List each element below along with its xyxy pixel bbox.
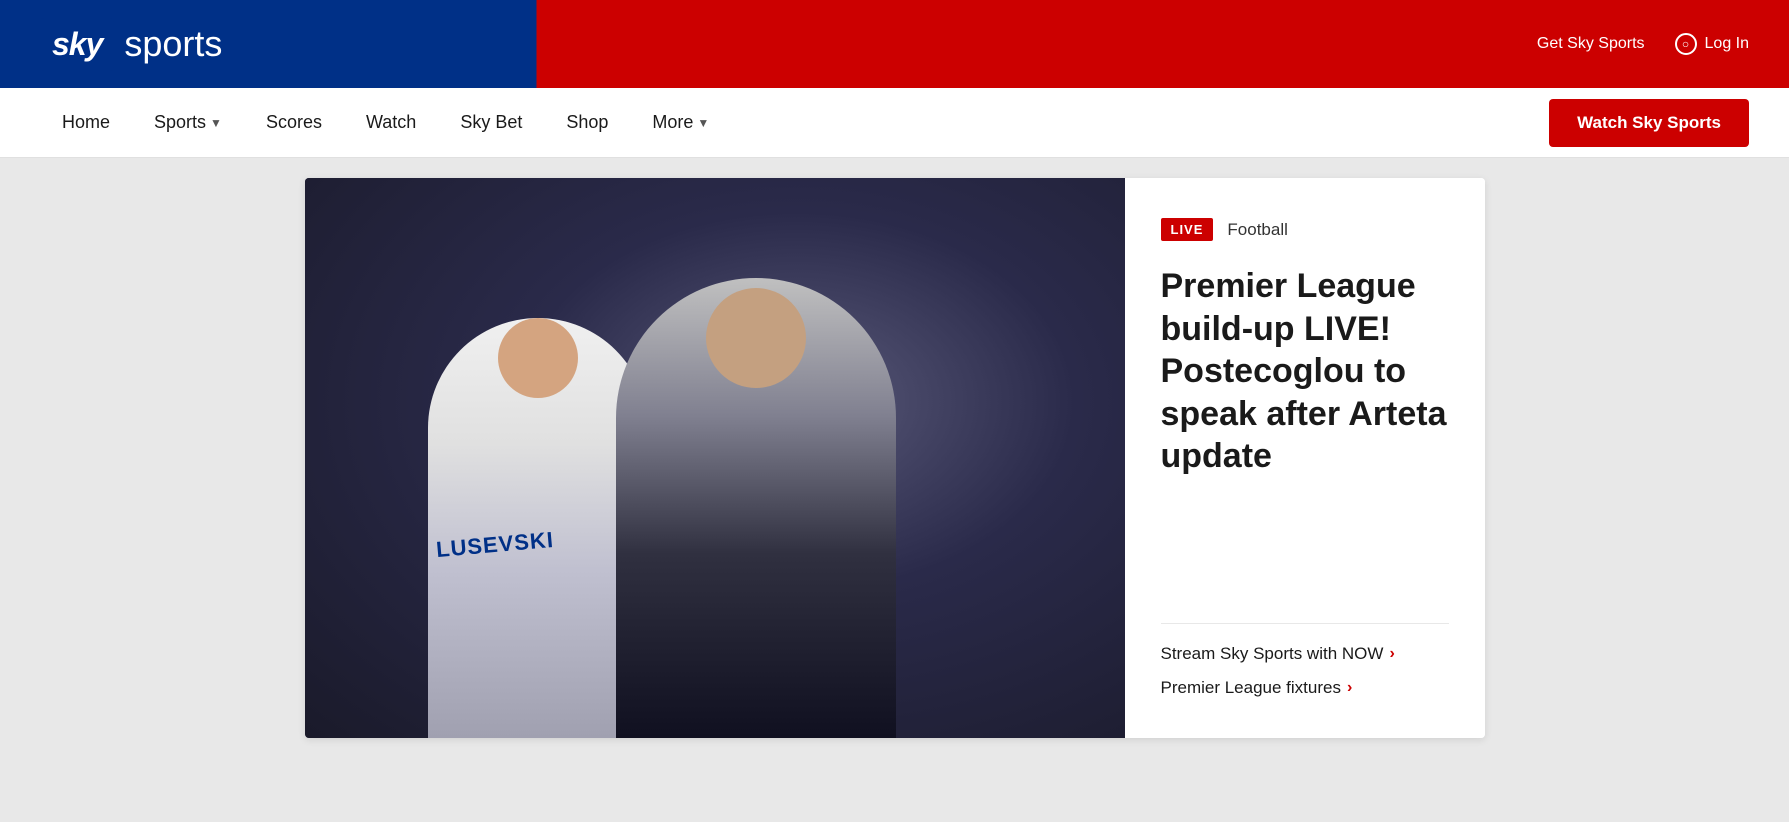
article-category: Football bbox=[1227, 220, 1287, 240]
person-icon: ○ bbox=[1675, 33, 1697, 55]
article-headline: Premier League build-up LIVE! Postecoglo… bbox=[1161, 265, 1449, 478]
nav-shop[interactable]: Shop bbox=[544, 88, 630, 157]
live-badge: LIVE bbox=[1161, 218, 1214, 241]
more-chevron-down-icon: ▼ bbox=[697, 116, 709, 130]
get-sky-sports-link[interactable]: Get Sky Sports bbox=[1537, 35, 1645, 53]
main-nav: Home Sports ▼ Scores Watch Sky Bet Shop … bbox=[0, 88, 1789, 158]
sports-logo-text: sports bbox=[124, 23, 222, 65]
article-sidebar: LIVE Football Premier League build-up LI… bbox=[1125, 178, 1485, 738]
login-label: Log In bbox=[1705, 35, 1749, 53]
nav-more[interactable]: More ▼ bbox=[630, 88, 731, 157]
article-meta: LIVE Football bbox=[1161, 218, 1449, 241]
nav-watch[interactable]: Watch bbox=[344, 88, 438, 157]
sidebar-links: Stream Sky Sports with NOW › Premier Lea… bbox=[1161, 623, 1449, 698]
nav-scores[interactable]: Scores bbox=[244, 88, 344, 157]
header-actions: Get Sky Sports ○ Log In bbox=[1537, 33, 1749, 55]
nav-home[interactable]: Home bbox=[40, 88, 132, 157]
login-button[interactable]: ○ Log In bbox=[1675, 33, 1749, 55]
hero-image: LUSEVSKI bbox=[305, 178, 1125, 738]
fixtures-link-label: Premier League fixtures bbox=[1161, 678, 1341, 698]
nav-more-label: More bbox=[652, 112, 693, 133]
nav-links: Home Sports ▼ Scores Watch Sky Bet Shop … bbox=[40, 88, 731, 157]
featured-article: LUSEVSKI LIVE Football Premier League bu… bbox=[305, 178, 1485, 738]
site-header: sky sports Get Sky Sports ○ Log In bbox=[0, 0, 1789, 88]
nav-skybet[interactable]: Sky Bet bbox=[438, 88, 544, 157]
figure-manager bbox=[616, 278, 896, 738]
watch-sky-sports-button[interactable]: Watch Sky Sports bbox=[1549, 99, 1749, 147]
logo-area: sky sports bbox=[40, 18, 222, 71]
fixtures-link[interactable]: Premier League fixtures › bbox=[1161, 678, 1449, 698]
sky-logo-text: sky bbox=[52, 26, 102, 62]
sports-chevron-down-icon: ▼ bbox=[210, 116, 222, 130]
stream-link-arrow-icon: › bbox=[1389, 645, 1394, 663]
fixtures-link-arrow-icon: › bbox=[1347, 679, 1352, 697]
stream-link-label: Stream Sky Sports with NOW bbox=[1161, 644, 1384, 664]
nav-sports-label: Sports bbox=[154, 112, 206, 133]
sky-logo: sky bbox=[40, 18, 114, 71]
stream-link[interactable]: Stream Sky Sports with NOW › bbox=[1161, 644, 1449, 664]
nav-sports[interactable]: Sports ▼ bbox=[132, 88, 244, 157]
main-content: LUSEVSKI LIVE Football Premier League bu… bbox=[0, 158, 1789, 778]
